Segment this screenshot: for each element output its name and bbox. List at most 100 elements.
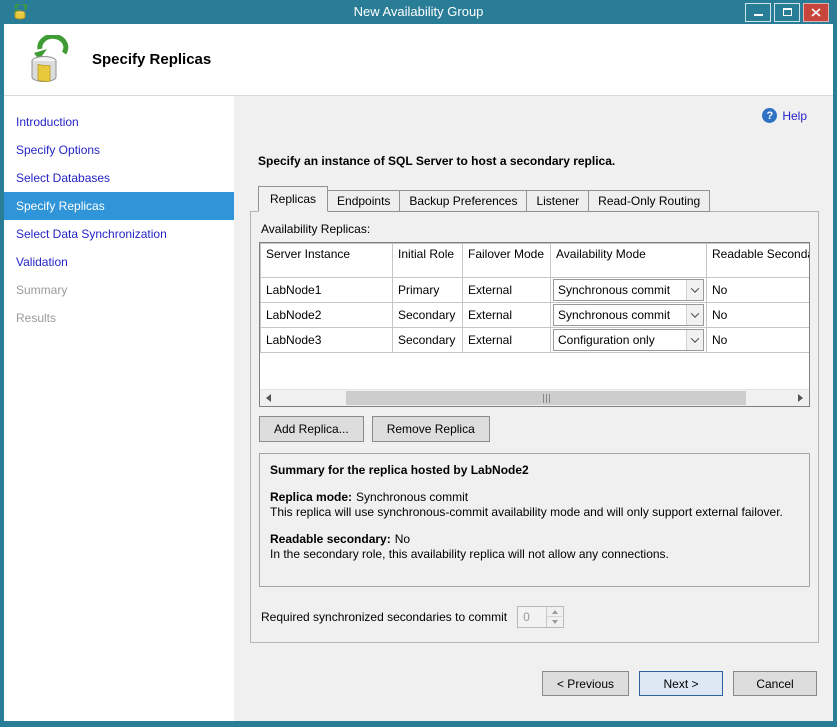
scrollbar-thumb[interactable] [346,391,746,405]
help-link[interactable]: ? Help [762,108,807,123]
availability-mode-value: Synchronous commit [554,283,686,297]
chevron-down-icon [691,284,699,292]
sidebar-item-specify-replicas[interactable]: Specify Replicas [4,192,234,220]
sidebar-item-validation[interactable]: Validation [4,248,234,276]
availability-mode-select[interactable]: Synchronous commit [553,279,704,301]
availability-mode-value: Configuration only [554,333,686,347]
maximize-icon [783,8,792,16]
chevron-down-icon [691,334,699,342]
sidebar-item-specify-options[interactable]: Specify Options [4,136,234,164]
tab-read-only-routing[interactable]: Read-Only Routing [588,190,710,212]
column-header-failover-mode: Failover Mode [463,244,551,278]
column-header-availability-mode: Availability Mode [551,244,707,278]
database-sync-icon [26,35,74,85]
chevron-down-icon [691,309,699,317]
spinner-down-icon [552,620,558,624]
replicas-grid-viewport: Server Instance Initial Role Failover Mo… [260,243,809,389]
remove-replica-button[interactable]: Remove Replica [372,416,490,442]
scroll-left-button[interactable] [260,390,277,406]
maximize-button[interactable] [774,3,800,22]
dropdown-button[interactable] [686,280,703,300]
table-row[interactable]: LabNode2 Secondary External Synchronous … [261,303,810,328]
column-header-initial-role: Initial Role [393,244,463,278]
window-controls [745,3,829,22]
wizard-footer: < Previous Next > Cancel [234,671,817,696]
spinner-up-button[interactable] [547,607,562,617]
scrollbar-grip-icon [543,394,550,403]
tab-listener[interactable]: Listener [526,190,589,212]
minimize-icon [754,14,763,16]
required-secondaries-label: Required synchronized secondaries to com… [261,610,507,624]
table-row[interactable]: LabNode3 Secondary External Configuratio… [261,328,810,353]
title-bar: New Availability Group [4,0,833,24]
tab-replicas[interactable]: Replicas [258,186,328,212]
sidebar-item-summary: Summary [4,276,234,304]
summary-title: Summary for the replica hosted by LabNod… [270,463,529,477]
wizard-header: Specify Replicas [4,24,833,96]
new-availability-group-window: New Availability Group Specify Replicas … [0,0,837,727]
add-replica-button[interactable]: Add Replica... [259,416,364,442]
tab-backup-preferences[interactable]: Backup Preferences [399,190,527,212]
dropdown-button[interactable] [686,305,703,325]
cell-initial-role: Secondary [393,303,463,328]
availability-mode-select[interactable]: Configuration only [553,329,704,351]
availability-mode-value: Synchronous commit [554,308,686,322]
readable-secondary-value: No [395,532,410,546]
next-button[interactable]: Next > [639,671,723,696]
tab-endpoints[interactable]: Endpoints [327,190,400,212]
cell-readable-secondary: No [707,278,810,303]
help-label: Help [782,109,807,123]
replica-mode-label: Replica mode: [270,490,352,504]
scroll-right-icon [798,394,803,402]
column-header-readable-secondary: Readable Secondary [707,244,810,278]
sidebar-item-select-data-synchronization[interactable]: Select Data Synchronization [4,220,234,248]
close-button[interactable] [803,3,829,22]
scroll-right-button[interactable] [792,390,809,406]
wizard-body: Introduction Specify Options Select Data… [4,96,833,721]
readable-secondary-label: Readable secondary: [270,532,391,546]
main-content: ? Help Specify an instance of SQL Server… [234,96,833,721]
readable-secondary-description: In the secondary role, this availability… [270,547,799,562]
grid-button-row: Add Replica... Remove Replica [259,416,810,442]
grid-header-row: Server Instance Initial Role Failover Mo… [261,244,810,278]
page-title: Specify Replicas [92,51,211,68]
sidebar-item-results: Results [4,304,234,332]
dropdown-button[interactable] [686,330,703,350]
cell-server-instance: LabNode2 [261,303,393,328]
previous-button[interactable]: < Previous [542,671,629,696]
sidebar-item-select-databases[interactable]: Select Databases [4,164,234,192]
replicas-grid: Server Instance Initial Role Failover Mo… [259,242,810,407]
cancel-button[interactable]: Cancel [733,671,817,696]
sidebar-item-introduction[interactable]: Introduction [4,108,234,136]
spinner-up-icon [552,610,558,614]
replica-summary-box: Summary for the replica hosted by LabNod… [259,453,810,587]
instruction-text: Specify an instance of SQL Server to hos… [258,154,833,168]
horizontal-scrollbar[interactable] [260,389,809,406]
help-icon: ? [762,108,777,123]
availability-mode-select[interactable]: Synchronous commit [553,304,704,326]
window-icon [12,4,28,20]
table-row[interactable]: LabNode1 Primary External Synchronous co… [261,278,810,303]
window-title: New Availability Group [4,4,833,19]
spinner-down-button[interactable] [547,617,562,627]
tab-strip: Replicas Endpoints Backup Preferences Li… [258,186,833,211]
required-secondaries-input[interactable] [518,607,546,627]
wizard-steps-sidebar: Introduction Specify Options Select Data… [4,96,234,721]
column-header-server-instance: Server Instance [261,244,393,278]
replica-mode-description: This replica will use synchronous-commit… [270,505,799,520]
scroll-left-icon [266,394,271,402]
cell-readable-secondary: No [707,303,810,328]
cell-failover-mode: External [463,303,551,328]
required-secondaries-spinner [517,606,564,628]
required-secondaries-row: Required synchronized secondaries to com… [261,606,810,628]
cell-availability-mode: Synchronous commit [551,303,707,328]
close-icon [811,8,821,17]
minimize-button[interactable] [745,3,771,22]
cell-availability-mode: Configuration only [551,328,707,353]
availability-replicas-label: Availability Replicas: [261,222,810,236]
replica-mode-value: Synchronous commit [356,490,468,504]
cell-initial-role: Primary [393,278,463,303]
replicas-panel: Availability Replicas: Server Instance I… [250,211,819,643]
cell-readable-secondary: No [707,328,810,353]
cell-failover-mode: External [463,328,551,353]
